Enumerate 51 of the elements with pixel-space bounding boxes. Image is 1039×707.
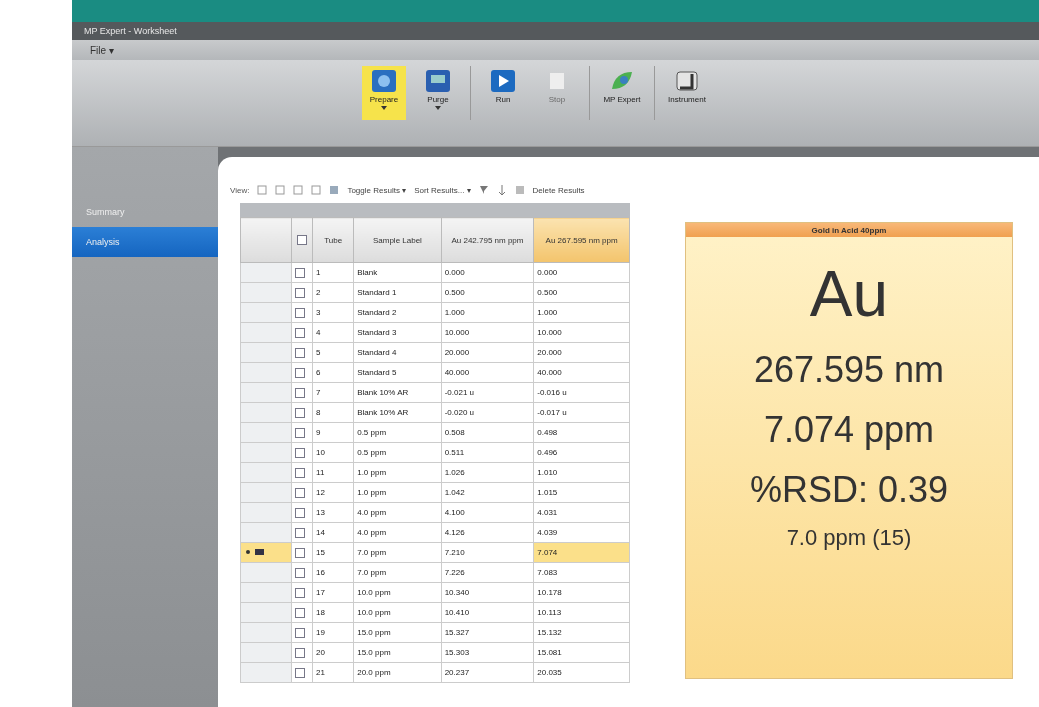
row-header[interactable] (240, 542, 292, 563)
rsd-value: %RSD: 0.39 (749, 469, 949, 511)
checkbox[interactable] (295, 667, 306, 678)
sort-icon[interactable] (496, 185, 507, 195)
panel-title: Gold in Acid 40ppm (811, 225, 887, 235)
checkbox[interactable] (297, 235, 308, 245)
checkbox[interactable] (295, 327, 306, 338)
checkbox[interactable] (295, 587, 306, 598)
ribbon-button[interactable]: Prepare (362, 66, 406, 120)
checkbox[interactable] (295, 347, 306, 358)
view-label: View: (230, 185, 250, 195)
checkbox[interactable] (295, 287, 306, 298)
checkbox[interactable] (295, 307, 306, 318)
checkbox[interactable] (295, 447, 306, 458)
checkbox[interactable] (295, 647, 306, 658)
sidebar-item[interactable]: Analysis (72, 227, 218, 257)
globe-icon (371, 69, 397, 93)
play-icon (490, 69, 516, 93)
checkbox[interactable] (295, 367, 306, 378)
checkbox[interactable] (295, 427, 306, 438)
sample-label: 7.0 ppm (15) (786, 525, 912, 551)
column-header[interactable]: Au 242.795 nm ppm (441, 217, 534, 263)
wavelength: 267.595 nm (753, 349, 945, 391)
checkbox[interactable] (295, 567, 306, 578)
element-symbol: Au (809, 257, 889, 331)
checkbox[interactable] (295, 267, 306, 278)
column-header[interactable]: Sample Label (353, 217, 442, 263)
ribbon-button[interactable]: Instrument (665, 66, 709, 120)
delete-results-button[interactable]: Delete Results (532, 185, 585, 195)
device-icon (674, 69, 700, 93)
toggle-results-button[interactable]: Toggle Results ▾ (347, 185, 407, 195)
checkbox[interactable] (295, 507, 306, 518)
checkbox[interactable] (295, 407, 306, 418)
concentration: 7.074 ppm (763, 409, 935, 451)
sort-results-button[interactable]: Sort Results... ▾ (414, 185, 471, 195)
file-menu[interactable]: File ▾ (86, 44, 118, 56)
checkbox[interactable] (295, 487, 306, 498)
column-header[interactable]: Au 267.595 nm ppm (533, 217, 630, 263)
checkbox[interactable] (295, 387, 306, 398)
checkbox[interactable] (295, 627, 306, 638)
ribbon-button[interactable]: Purge (416, 66, 460, 120)
window-title: MP Expert - Worksheet (84, 26, 177, 36)
checkbox[interactable] (295, 607, 306, 618)
current-row-icon (245, 547, 265, 556)
column-header[interactable]: Tube (312, 217, 354, 263)
checkbox[interactable] (295, 527, 306, 538)
checkbox[interactable] (295, 467, 306, 478)
filter-icon[interactable] (478, 185, 489, 195)
checkbox[interactable] (295, 547, 306, 558)
ribbon-button[interactable]: Run (481, 66, 525, 120)
ribbon-button[interactable]: MP Expert (600, 66, 644, 120)
